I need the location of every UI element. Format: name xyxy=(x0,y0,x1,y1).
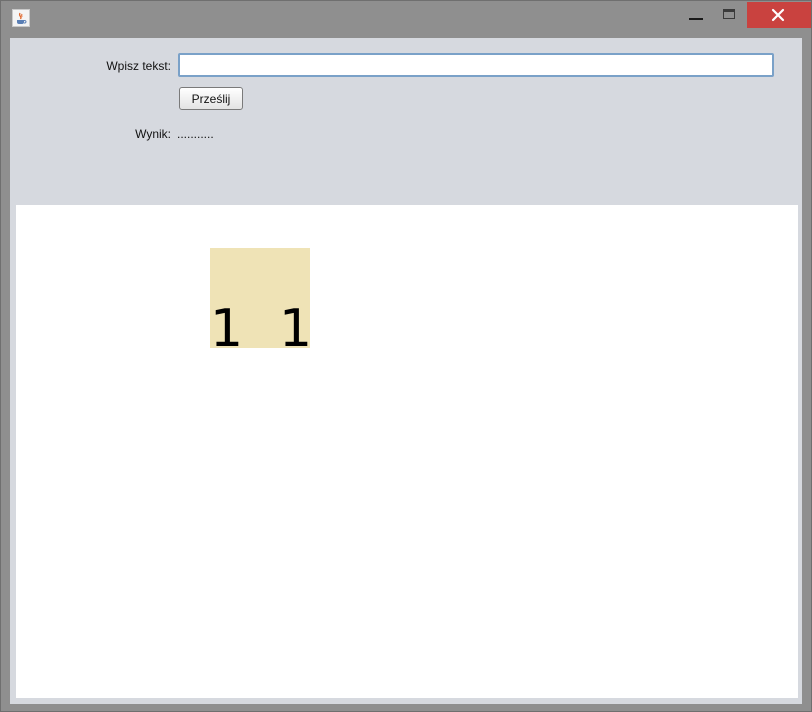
close-button[interactable] xyxy=(747,2,811,28)
maximize-button[interactable] xyxy=(713,2,747,28)
minimize-button[interactable] xyxy=(677,2,713,28)
app-window: Wpisz tekst: Prześlij Wynik: ...........… xyxy=(0,0,812,712)
content-panel: Wpisz tekst: Prześlij Wynik: ...........… xyxy=(10,38,802,704)
tile-left-digit: 1 xyxy=(210,299,244,348)
title-bar[interactable] xyxy=(1,1,811,38)
drawing-canvas: 1 1 xyxy=(16,205,798,698)
minimize-icon xyxy=(689,18,703,20)
input-label: Wpisz tekst: xyxy=(106,59,171,73)
close-icon xyxy=(771,8,785,22)
number-tile: 1 1 xyxy=(210,248,310,348)
text-input[interactable] xyxy=(178,53,774,77)
tile-right-digit: 1 xyxy=(279,299,310,348)
result-value: ........... xyxy=(177,127,214,141)
java-cup-icon[interactable] xyxy=(12,9,30,27)
submit-button[interactable]: Prześlij xyxy=(179,87,243,110)
maximize-icon xyxy=(723,9,735,19)
result-label: Wynik: xyxy=(135,127,171,141)
